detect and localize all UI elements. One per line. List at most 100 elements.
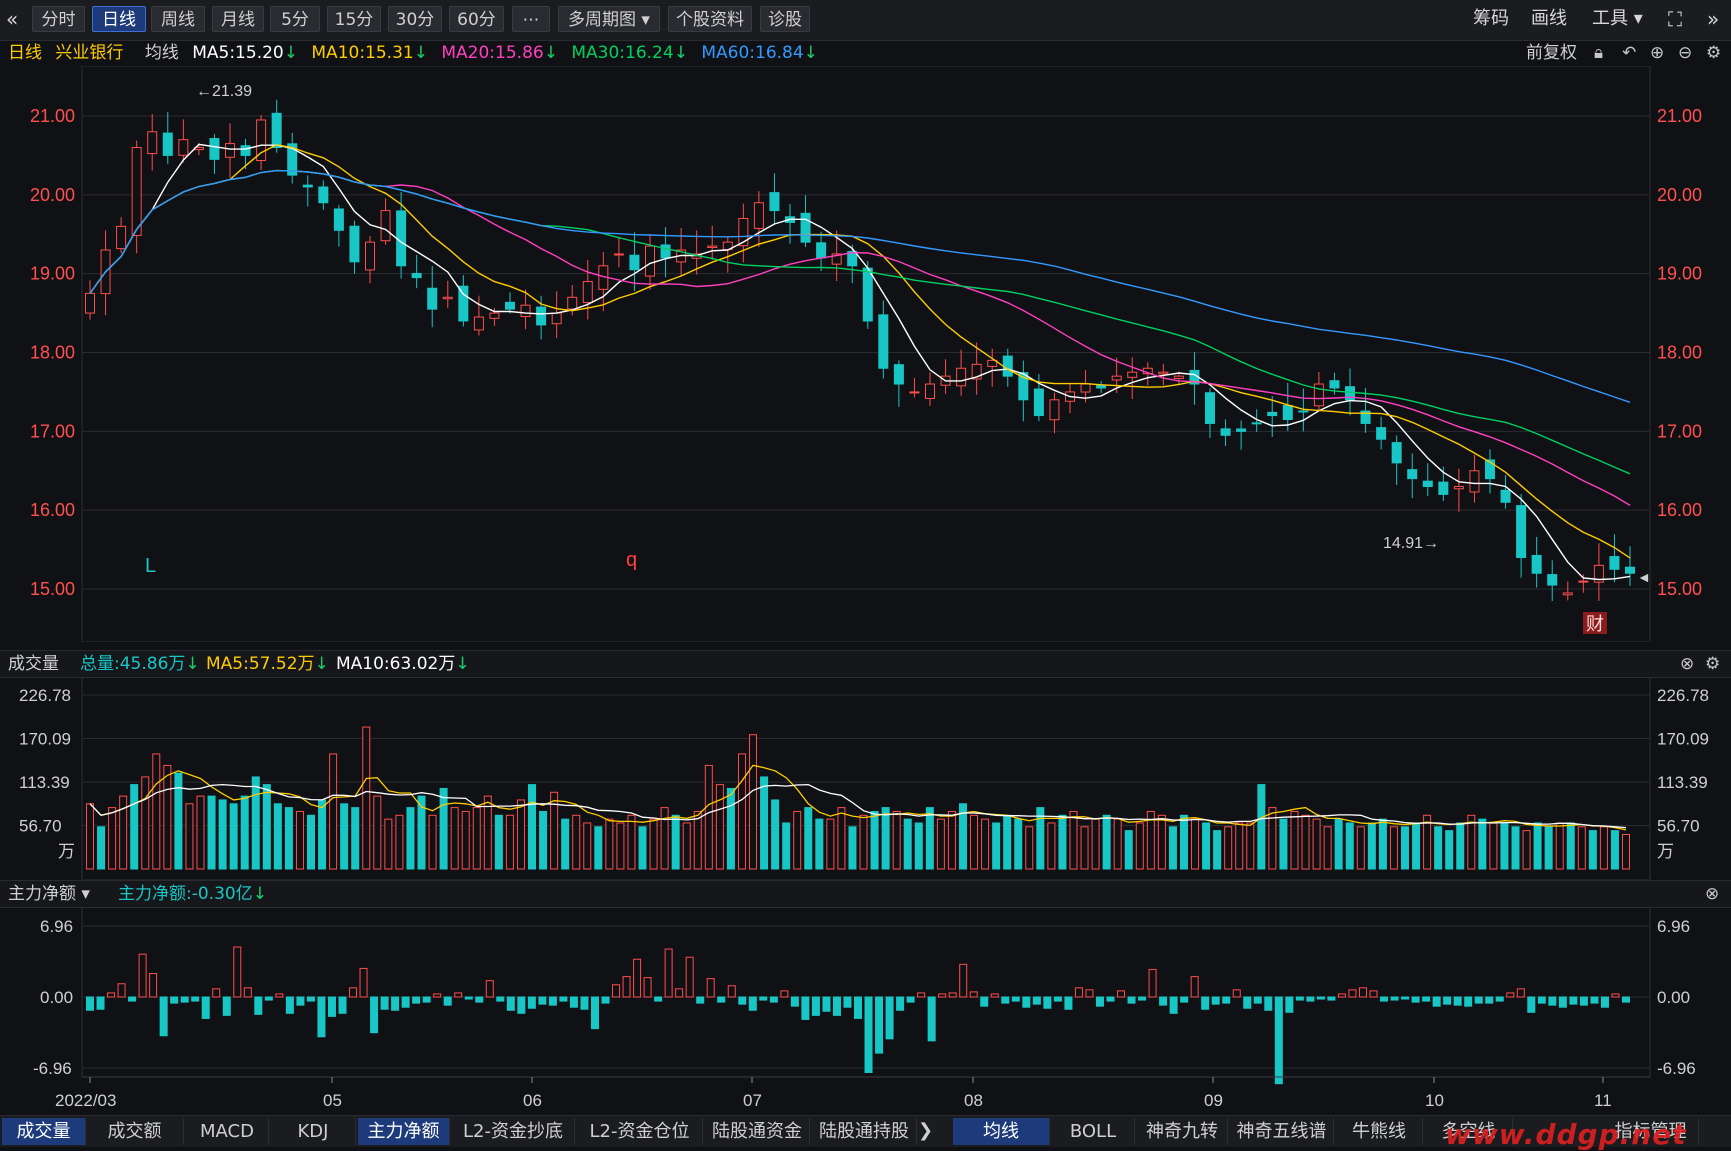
period-button-2[interactable]: 周线 <box>151 6 205 32</box>
candle-body <box>1313 383 1324 407</box>
volume-bar <box>572 814 581 870</box>
candle-body <box>1236 428 1247 432</box>
period-button-7[interactable]: 60分 <box>449 6 504 32</box>
volume-bar <box>1213 830 1222 870</box>
volume-bar <box>1235 822 1244 870</box>
y-tick-label-left: 170.09 <box>19 729 71 748</box>
stock-name: 兴业银行 <box>55 43 124 63</box>
period-button-10[interactable]: 个股资料 <box>668 6 752 32</box>
flow-bar <box>1506 992 1515 998</box>
flow-bar <box>222 996 231 1016</box>
event-mark-l: L <box>145 555 156 577</box>
candle-body <box>800 212 811 243</box>
period-button-6[interactable]: 30分 <box>388 6 442 32</box>
undo-icon[interactable]: ↶ <box>1622 40 1636 66</box>
flow-bar <box>1579 996 1588 1006</box>
gear-icon[interactable]: ⚙ <box>1705 651 1720 677</box>
period-button-0[interactable]: 分时 <box>32 6 85 32</box>
flow-title-dropdown[interactable]: 主力净额 ▾ <box>8 881 90 907</box>
flow-bar <box>917 992 926 998</box>
ma5-line <box>89 143 1631 581</box>
indicator-tab-5[interactable]: L2-资金抄底 <box>452 1118 575 1145</box>
adjust-label[interactable]: 前复权 <box>1526 40 1577 66</box>
overlay-tab-1[interactable]: BOLL <box>1052 1118 1135 1145</box>
period-button-5[interactable]: 15分 <box>327 6 381 32</box>
period-button-9[interactable]: 多周期图 ▾ <box>558 6 660 32</box>
gear-icon[interactable]: ⚙ <box>1706 40 1721 66</box>
flow-bar <box>454 992 463 998</box>
volume-bar <box>815 818 824 870</box>
close-icon[interactable]: ⊗ <box>1680 651 1694 677</box>
period-button-4[interactable]: 5分 <box>270 6 320 32</box>
volume-bar <box>218 799 227 870</box>
volume-bar <box>1257 784 1266 870</box>
flow-bar <box>1295 996 1304 1001</box>
double-chevron-left-icon[interactable]: « <box>6 6 18 32</box>
close-icon[interactable]: ⊗ <box>1705 881 1719 907</box>
y-tick-label-left: 19.00 <box>30 264 75 284</box>
candle-body <box>1033 388 1044 417</box>
overlay-tab-4[interactable]: 牛熊线 <box>1336 1118 1423 1145</box>
volume-bar <box>1610 830 1619 870</box>
flow-bar <box>1127 996 1136 1004</box>
candle-body <box>893 364 904 385</box>
candle-body <box>753 202 764 229</box>
flow-bar <box>1053 996 1062 1002</box>
candle-body <box>1469 470 1480 493</box>
indicator-tab-0[interactable]: 成交量 <box>2 1118 86 1145</box>
period-button-1[interactable]: 日线 <box>92 6 146 32</box>
period-button-11[interactable]: 诊股 <box>760 6 810 32</box>
y-tick-label-right: 19.00 <box>1657 264 1702 284</box>
volume-bar <box>970 814 979 870</box>
candle-body <box>1298 410 1309 413</box>
indicator-tab-8[interactable]: 陆股通持股 <box>812 1118 917 1145</box>
overlay-tab-0[interactable]: 均线 <box>953 1118 1050 1145</box>
flow-bar <box>1243 996 1252 1009</box>
draw-line-button[interactable]: 画线 <box>1531 6 1567 32</box>
indicator-tab-3[interactable]: KDJ <box>271 1118 356 1145</box>
indicator-tab-6[interactable]: L2-资金仓位 <box>577 1118 703 1145</box>
chevron-right-icon[interactable]: ❯ <box>918 1120 933 1141</box>
volume-bar <box>1533 822 1542 870</box>
fullscreen-icon[interactable]: ⛶ <box>1668 6 1682 32</box>
volume-bar <box>1091 818 1100 870</box>
period-button-3[interactable]: 月线 <box>212 6 264 32</box>
volume-chart[interactable]: 226.78 226.78 170.09 170.09 113.39 113.39 56.7… <box>0 677 1731 880</box>
lock-icon[interactable]: 🔒︎ <box>1594 40 1603 66</box>
flow-bar <box>1453 996 1462 1006</box>
volume-bar <box>870 810 879 870</box>
indicator-tab-1[interactable]: 成交额 <box>86 1118 184 1145</box>
volume-bar <box>1290 810 1299 870</box>
zoom-in-icon[interactable]: ⊕ <box>1650 40 1664 66</box>
candle-body <box>956 367 967 387</box>
flow-legend: 主力净额 ▾ 主力净额:-0.30亿↓ ⊗ <box>0 880 1731 908</box>
candle-body <box>333 208 344 231</box>
volume-bar <box>992 822 1001 870</box>
volume-bar <box>903 818 912 870</box>
candle-body <box>1562 592 1573 596</box>
overlay-tab-2[interactable]: 神奇九转 <box>1137 1118 1228 1145</box>
volume-bar <box>406 807 415 870</box>
flow-bar <box>338 996 347 1014</box>
flow-bar <box>1590 996 1599 1004</box>
x-tick-label: 08 <box>964 1091 983 1110</box>
period-button-8[interactable]: ⋯ <box>512 6 550 32</box>
flow-bar <box>464 996 473 1000</box>
indicator-tab-4[interactable]: 主力净额 <box>358 1118 450 1145</box>
candle-body <box>489 312 500 319</box>
flow-bar <box>948 992 957 998</box>
candlestick-chart[interactable]: 21.00 21.00 20.00 20.00 19.00 19.00 18.00 18.00… <box>0 66 1731 642</box>
candle-body <box>536 306 547 326</box>
double-chevron-right-icon[interactable]: » <box>1707 6 1719 32</box>
volume-bar <box>1478 818 1487 870</box>
flow-bar <box>1422 996 1431 1002</box>
zoom-out-icon[interactable]: ⊖ <box>1678 40 1692 66</box>
net-flow-chart[interactable]: 6.96 6.96 0.00 0.00 -6.96 -6.96 2022/03 05 06 07 0… <box>0 907 1731 1115</box>
volume-bar <box>981 818 990 870</box>
tools-dropdown[interactable]: 工具 ▾ <box>1592 6 1643 32</box>
overlay-tab-3[interactable]: 神奇五线谱 <box>1230 1118 1334 1145</box>
flow-bar <box>170 996 179 1004</box>
indicator-tab-7[interactable]: 陆股通资金 <box>705 1118 810 1145</box>
indicator-tab-2[interactable]: MACD <box>186 1118 269 1145</box>
chip-button[interactable]: 筹码 <box>1473 6 1509 32</box>
